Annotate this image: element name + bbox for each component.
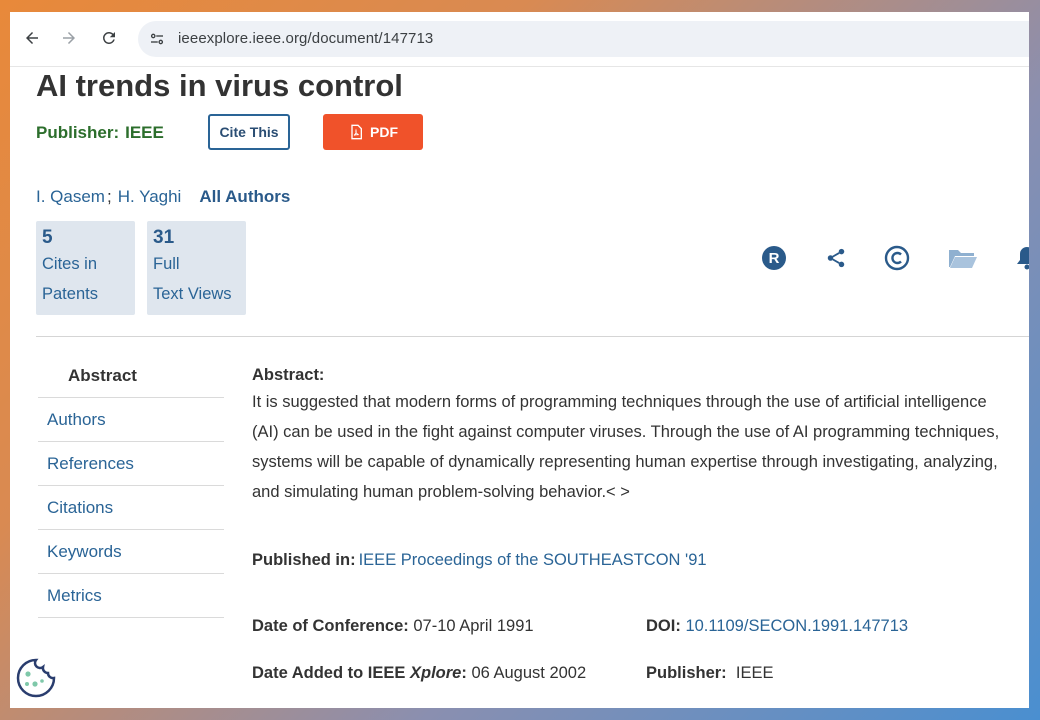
doi-label: DOI: bbox=[646, 617, 681, 635]
metric-cites-in-patents[interactable]: 5 Cites in Patents bbox=[36, 221, 135, 315]
published-in-label: Published in: bbox=[252, 551, 356, 569]
bell-icon[interactable] bbox=[1013, 244, 1029, 272]
nav-item-citations[interactable]: Citations bbox=[38, 486, 224, 530]
reload-icon bbox=[102, 31, 115, 44]
author-link[interactable]: H. Yaghi bbox=[118, 187, 182, 206]
abstract-heading: Abstract: bbox=[252, 366, 325, 384]
back-button[interactable] bbox=[20, 26, 44, 50]
site-info-icon[interactable] bbox=[148, 30, 166, 48]
cookie-settings-button[interactable] bbox=[15, 657, 57, 699]
arrow-right-icon bbox=[63, 32, 75, 44]
author-link[interactable]: I. Qasem bbox=[36, 187, 105, 206]
publisher-meta-value: IEEE bbox=[735, 664, 774, 682]
metric-number: 5 bbox=[42, 227, 53, 248]
date-added-prefix: Date Added to IEEE bbox=[252, 664, 406, 682]
metric-label: Full bbox=[153, 255, 180, 273]
forward-button[interactable] bbox=[57, 26, 81, 50]
page-title: AI trends in virus control bbox=[36, 68, 403, 103]
date-conf-label: Date of Conference: bbox=[252, 617, 409, 635]
nav-item-abstract[interactable]: Abstract bbox=[38, 354, 224, 398]
all-authors-link[interactable]: All Authors bbox=[199, 187, 290, 206]
date-added-xplore: Xplore bbox=[410, 664, 462, 682]
pdf-button[interactable]: PDF bbox=[323, 114, 423, 150]
doi-link[interactable]: 10.1109/SECON.1991.147713 bbox=[685, 617, 908, 635]
folder-icon[interactable] bbox=[947, 244, 979, 272]
nav-item-metrics[interactable]: Metrics bbox=[38, 574, 224, 618]
metric-label: Cites in bbox=[42, 255, 98, 273]
svg-text:R: R bbox=[769, 250, 780, 267]
nav-item-authors[interactable]: Authors bbox=[38, 398, 224, 442]
date-added-value: 06 August 2002 bbox=[471, 664, 587, 682]
authors-line: I. Qasem; H. Yaghi All Authors bbox=[36, 187, 290, 207]
date-added-label: Date Added to IEEE Xplore: bbox=[252, 664, 467, 682]
share-icon[interactable] bbox=[822, 244, 850, 272]
date-of-conference: Date of Conference: 07-10 April 1991 bbox=[252, 617, 534, 636]
reload-button[interactable] bbox=[97, 26, 121, 50]
publisher-value: IEEE bbox=[125, 123, 164, 142]
date-conf-value: 07-10 April 1991 bbox=[413, 617, 534, 635]
abstract-text: It is suggested that modern forms of pro… bbox=[252, 393, 1000, 501]
published-in: Published in: IEEE Proceedings of the SOU… bbox=[252, 551, 707, 570]
browser-window: ieeexplore.ieee.org/document/147713 AI t… bbox=[10, 12, 1029, 708]
pdf-button-label: PDF bbox=[370, 124, 398, 140]
section-divider bbox=[36, 336, 1029, 337]
document-sections-nav: Abstract Authors References Citations Ke… bbox=[38, 354, 224, 618]
metric-number: 31 bbox=[153, 227, 175, 248]
date-added: Date Added to IEEE Xplore: 06 August 200… bbox=[252, 664, 586, 683]
rights-icon[interactable]: R bbox=[760, 244, 788, 272]
doi: DOI: 10.1109/SECON.1991.147713 bbox=[646, 617, 908, 636]
copyright-icon[interactable] bbox=[883, 244, 911, 272]
cite-this-button[interactable]: Cite This bbox=[208, 114, 290, 150]
publisher-meta-label: Publisher: bbox=[646, 664, 727, 682]
abstract-section: Abstract: It is suggested that modern fo… bbox=[252, 366, 1022, 507]
publisher-meta: Publisher: IEEE bbox=[646, 664, 773, 683]
browser-toolbar: ieeexplore.ieee.org/document/147713 bbox=[10, 12, 1029, 67]
arrow-left-icon bbox=[26, 32, 38, 44]
author-separator: ; bbox=[106, 187, 112, 206]
metric-label: Text Views bbox=[153, 285, 232, 303]
pdf-file-icon bbox=[351, 124, 362, 140]
nav-item-references[interactable]: References bbox=[38, 442, 224, 486]
publisher-label: Publisher: bbox=[36, 123, 120, 142]
url-text[interactable]: ieeexplore.ieee.org/document/147713 bbox=[178, 30, 433, 47]
cookie-icon bbox=[16, 658, 56, 698]
address-bar[interactable]: ieeexplore.ieee.org/document/147713 bbox=[138, 21, 1029, 57]
date-added-colon: : bbox=[461, 664, 467, 682]
metric-full-text-views[interactable]: 31 Full Text Views bbox=[147, 221, 246, 315]
publisher-line: Publisher: IEEE bbox=[36, 123, 164, 143]
metric-label: Patents bbox=[42, 285, 98, 303]
published-in-link[interactable]: IEEE Proceedings of the SOUTHEASTCON '91 bbox=[359, 551, 707, 569]
nav-item-keywords[interactable]: Keywords bbox=[38, 530, 224, 574]
